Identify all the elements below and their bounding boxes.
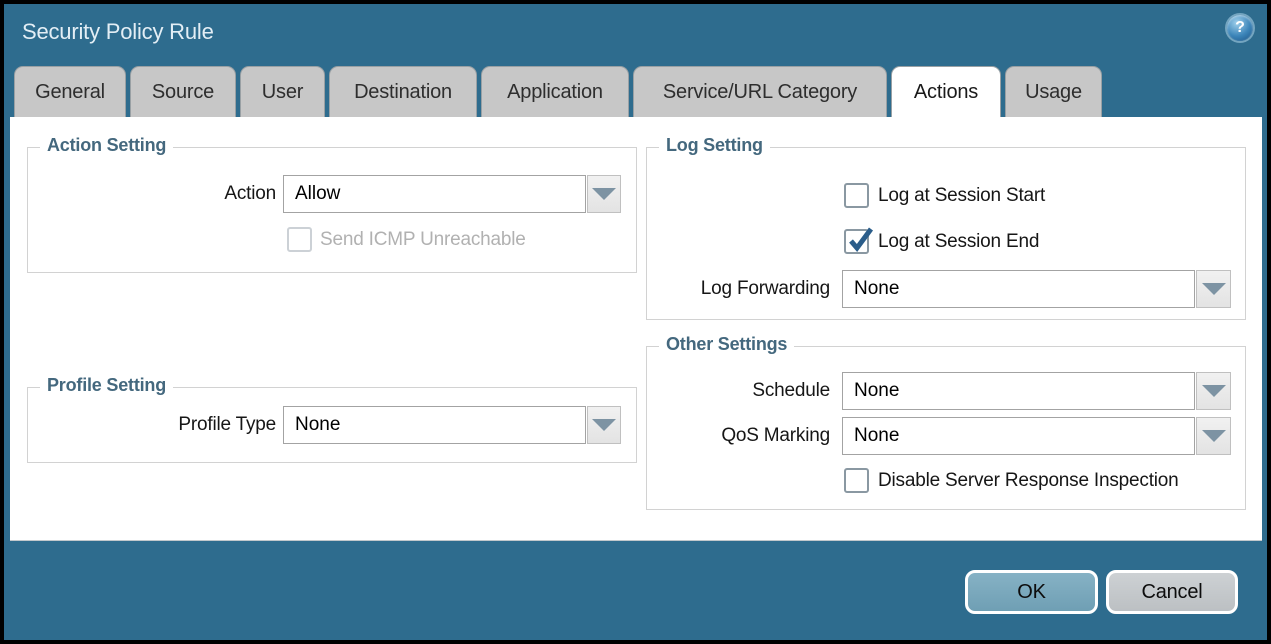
group-legend: Log Setting xyxy=(659,135,770,156)
tab-label: User xyxy=(262,81,303,104)
group-legend: Action Setting xyxy=(40,135,173,156)
tab-label: Destination xyxy=(354,81,452,104)
profile-type-dropdown-button[interactable] xyxy=(587,406,621,444)
log-forwarding-dropdown[interactable]: None xyxy=(842,270,1195,308)
chevron-down-icon xyxy=(1202,385,1226,397)
tab-label: General xyxy=(35,81,105,104)
tab-bar: General Source User Destination Applicat… xyxy=(14,66,1102,117)
tab-general[interactable]: General xyxy=(14,66,126,117)
log-forwarding-label: Log Forwarding xyxy=(620,270,830,308)
action-label: Action xyxy=(70,175,276,213)
tab-source[interactable]: Source xyxy=(130,66,236,117)
chevron-down-icon xyxy=(1202,283,1226,295)
tab-application[interactable]: Application xyxy=(481,66,629,117)
qos-marking-dropdown-button[interactable] xyxy=(1196,417,1231,455)
log-session-start-checkbox[interactable] xyxy=(844,183,869,208)
actions-tab-panel: Action Setting Action Allow Send ICMP Un… xyxy=(10,117,1262,541)
chevron-down-icon xyxy=(592,419,616,431)
tab-label: Source xyxy=(152,81,214,104)
log-forwarding-value: None xyxy=(854,278,899,300)
schedule-dropdown-button[interactable] xyxy=(1196,372,1231,410)
chevron-down-icon xyxy=(592,188,616,200)
cancel-button[interactable]: Cancel xyxy=(1106,570,1238,614)
group-legend: Other Settings xyxy=(659,334,794,355)
qos-marking-dropdown[interactable]: None xyxy=(842,417,1195,455)
tab-user[interactable]: User xyxy=(240,66,325,117)
action-dropdown-button[interactable] xyxy=(587,175,621,213)
send-icmp-checkbox xyxy=(287,227,312,252)
chevron-down-icon xyxy=(1202,430,1226,442)
log-session-end-checkbox[interactable] xyxy=(844,229,869,254)
tab-label: Usage xyxy=(1025,81,1082,104)
tab-usage[interactable]: Usage xyxy=(1005,66,1102,117)
log-session-end-label[interactable]: Log at Session End xyxy=(878,229,1039,254)
log-forwarding-dropdown-button[interactable] xyxy=(1196,270,1231,308)
group-legend: Profile Setting xyxy=(40,375,173,396)
qos-marking-value: None xyxy=(854,425,899,447)
tab-label: Actions xyxy=(914,81,978,104)
profile-type-dropdown[interactable]: None xyxy=(283,406,586,444)
schedule-value: None xyxy=(854,380,899,402)
dsri-checkbox[interactable] xyxy=(844,468,869,493)
tab-destination[interactable]: Destination xyxy=(329,66,477,117)
help-icon[interactable]: ? xyxy=(1227,15,1253,41)
tab-label: Service/URL Category xyxy=(663,81,857,104)
schedule-label: Schedule xyxy=(620,372,830,410)
action-value: Allow xyxy=(295,183,340,205)
ok-button[interactable]: OK xyxy=(965,570,1098,614)
log-session-start-label[interactable]: Log at Session Start xyxy=(878,183,1045,208)
schedule-dropdown[interactable]: None xyxy=(842,372,1195,410)
dsri-label[interactable]: Disable Server Response Inspection xyxy=(878,468,1179,493)
tab-actions[interactable]: Actions xyxy=(891,66,1001,117)
qos-marking-label: QoS Marking xyxy=(620,417,830,455)
profile-type-label: Profile Type xyxy=(70,406,276,444)
tab-label: Application xyxy=(507,81,603,104)
profile-type-value: None xyxy=(295,414,340,436)
send-icmp-label: Send ICMP Unreachable xyxy=(320,227,526,252)
dialog-title: Security Policy Rule xyxy=(22,19,214,45)
tab-service-url-category[interactable]: Service/URL Category xyxy=(633,66,887,117)
action-dropdown[interactable]: Allow xyxy=(283,175,586,213)
